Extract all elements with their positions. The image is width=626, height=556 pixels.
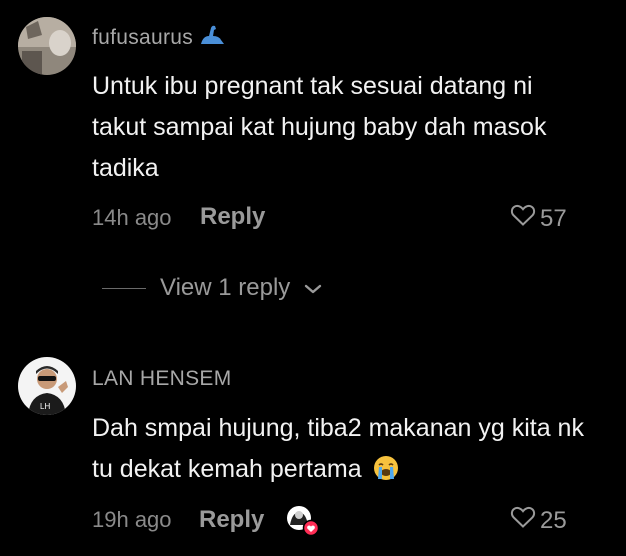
comment-timestamp: 19h ago (92, 507, 172, 532)
like-count: 57 (540, 204, 567, 232)
divider-line (102, 287, 146, 289)
heart-outline-icon (510, 505, 536, 536)
comment-username[interactable]: LAN HENSEM (92, 367, 232, 391)
avatar-photo: LH (18, 357, 76, 415)
comment-text: Untuk ibu pregnant tak sesuai datang ni … (92, 72, 547, 182)
reply-button[interactable]: Reply (199, 506, 264, 534)
comment-text: Dah smpai hujung, tiba2 makanan yg kita … (92, 408, 592, 494)
like-button[interactable]: 25 (510, 505, 567, 536)
svg-text:LH: LH (40, 402, 50, 411)
view-replies-button[interactable]: View 1 reply (102, 274, 322, 302)
crying-face-icon (373, 453, 399, 494)
view-replies-label: View 1 reply (160, 274, 291, 301)
avatar[interactable] (18, 17, 76, 75)
creator-liked-badge (284, 503, 320, 537)
heart-outline-icon (510, 203, 536, 234)
like-button[interactable]: 57 (510, 203, 567, 234)
chevron-down-icon (304, 274, 322, 302)
dinosaur-icon (199, 24, 225, 52)
avatar-photo (18, 17, 76, 75)
like-count: 25 (540, 506, 567, 534)
comment-username[interactable]: fufusaurus (92, 24, 225, 52)
reply-button[interactable]: Reply (200, 203, 265, 231)
comment-text-content: Dah smpai hujung, tiba2 makanan yg kita … (92, 414, 584, 483)
username-text: fufusaurus (92, 26, 194, 49)
avatar[interactable]: LH (18, 357, 76, 415)
username-text: LAN HENSEM (92, 367, 232, 390)
comment-timestamp: 14h ago (92, 205, 172, 230)
